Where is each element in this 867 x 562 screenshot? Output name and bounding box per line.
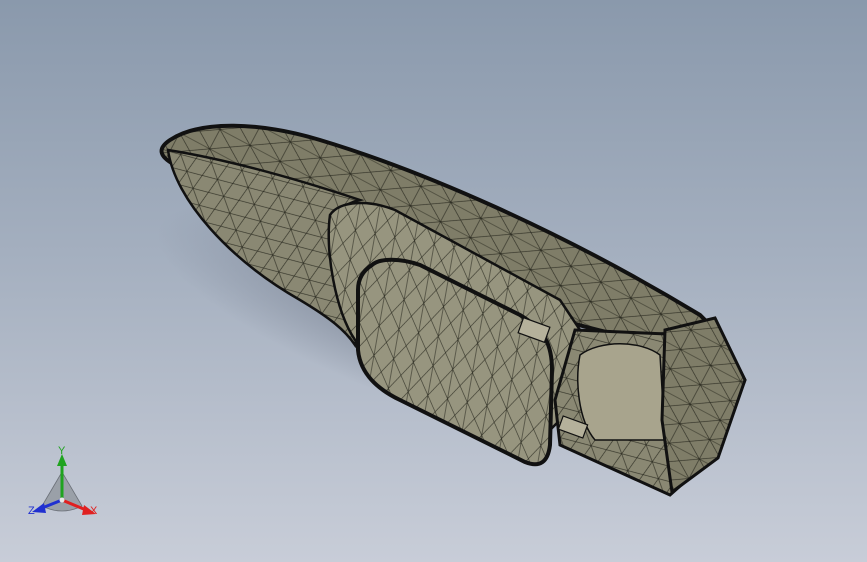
graphics-viewport[interactable]: Y X Z [0, 0, 867, 562]
axis-x-label: X [90, 505, 98, 517]
3d-model[interactable] [0, 0, 867, 562]
orientation-triad[interactable]: Y X Z [24, 446, 104, 526]
end-face [660, 316, 747, 495]
axis-z-label: Z [28, 505, 35, 517]
axis-y-label: Y [58, 445, 66, 457]
end-cavity [577, 343, 666, 441]
